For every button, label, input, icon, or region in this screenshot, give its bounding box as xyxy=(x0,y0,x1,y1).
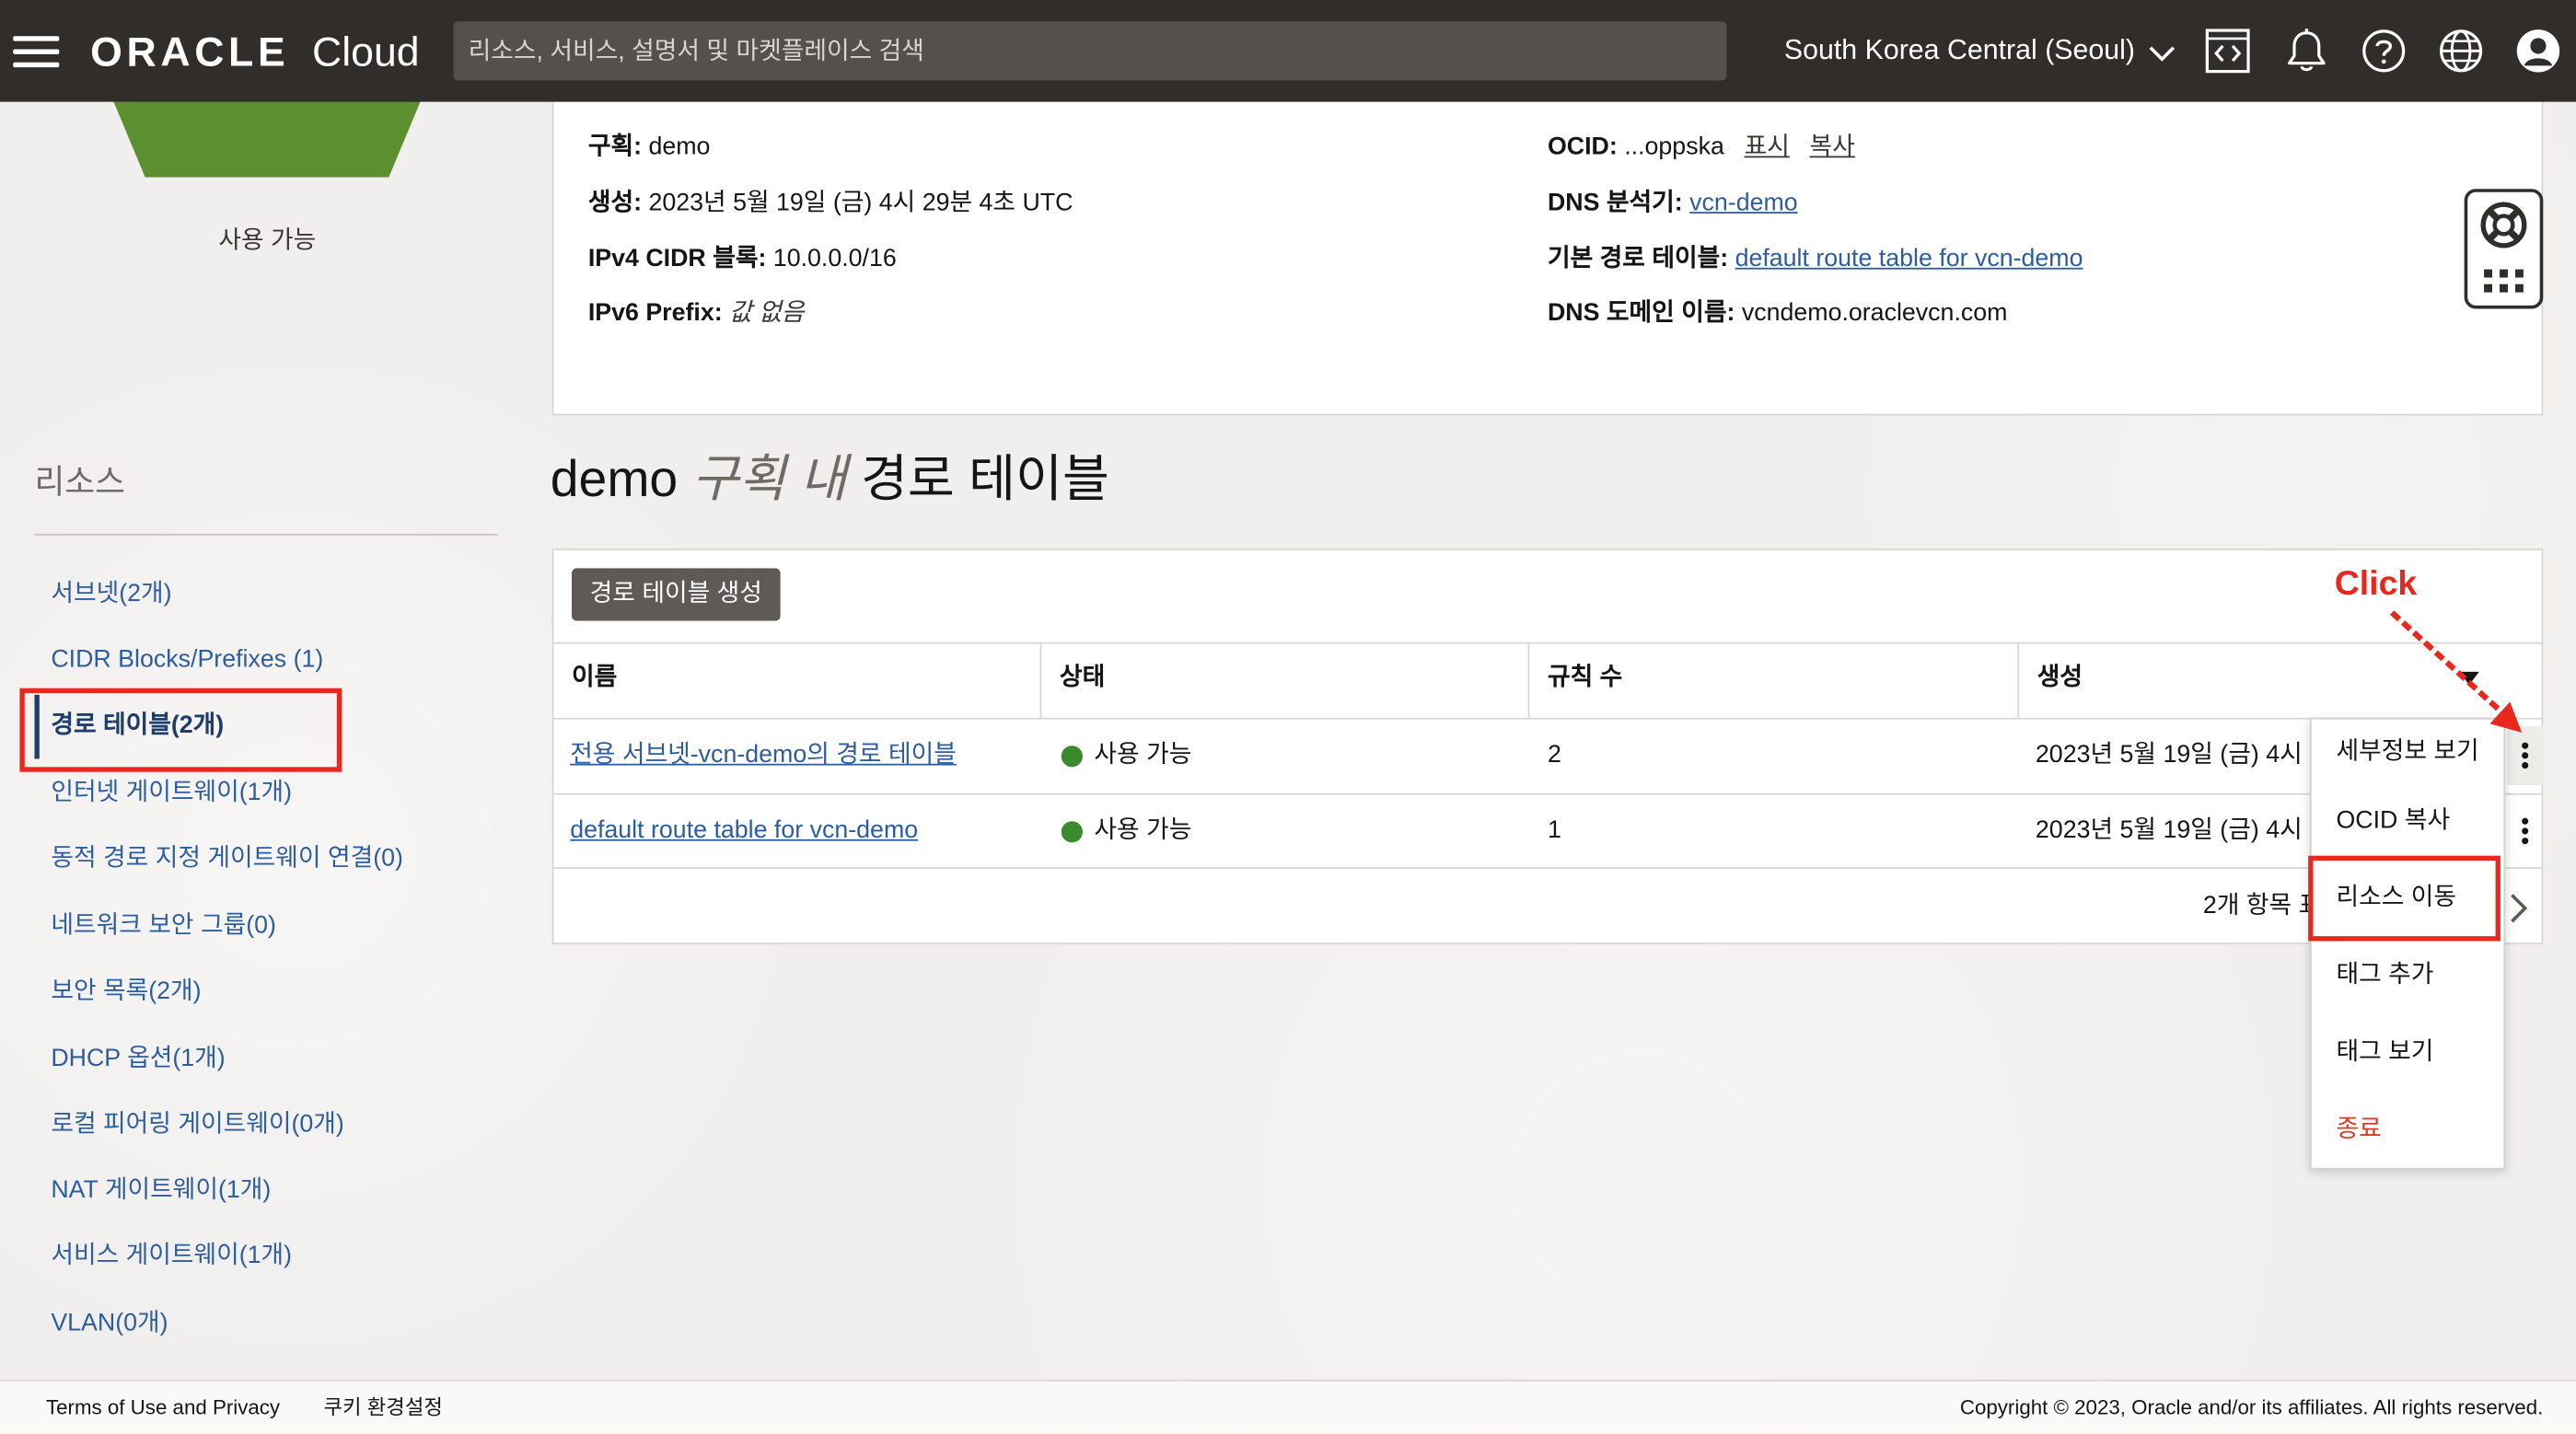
sidebar-item-vlans[interactable]: VLAN(0개) xyxy=(51,1307,168,1340)
info-dns-domain: DNS 도메인 이름: vcndemo.oraclevcn.com xyxy=(1548,297,2008,330)
info-value: 값 없음 xyxy=(729,298,805,328)
menu-item-add-tags[interactable]: 태그 추가 xyxy=(2336,959,2433,992)
info-ocid: OCID: ...oppska 표시 복사 xyxy=(1548,132,1855,165)
menu-item-view-details[interactable]: 세부정보 보기 xyxy=(2336,735,2478,769)
sidebar-item-drg-attachments[interactable]: 동적 경로 지정 게이트웨이 연결(0) xyxy=(51,842,403,875)
ocid-copy-link[interactable]: 복사 xyxy=(1810,133,1855,161)
lifebuoy-icon xyxy=(2480,202,2527,293)
created-date: 2023년 5월 19일 (금) 4시 xyxy=(2035,740,2303,769)
column-header-rule-count[interactable]: 규칙 수 xyxy=(1548,662,1622,695)
title-scope: 구획 내 xyxy=(691,449,847,508)
column-header-name[interactable]: 이름 xyxy=(572,662,617,695)
sidebar-item-subnets[interactable]: 서브넷(2개) xyxy=(51,578,171,611)
info-label: IPv6 Prefix: xyxy=(587,298,723,328)
annotation-click-label: Click xyxy=(2334,564,2418,603)
rule-count: 2 xyxy=(1547,740,1561,769)
table-row-divider xyxy=(551,867,2544,869)
region-selector[interactable]: South Korea Central (Seoul) xyxy=(1784,34,2176,67)
status-label: 사용 가능 xyxy=(1094,740,1192,769)
column-divider xyxy=(1039,642,1042,718)
code-editor-icon[interactable] xyxy=(2205,28,2251,74)
info-default-route-table: 기본 경로 테이블: default route table for vcn-d… xyxy=(1548,243,2083,276)
oracle-logo[interactable]: ORACLE xyxy=(90,28,289,77)
page-footer: Terms of Use and Privacy 쿠키 환경설정 Copyrig… xyxy=(0,1379,2576,1434)
create-route-table-button[interactable]: 경로 테이블 생성 xyxy=(571,568,781,621)
globe-icon[interactable] xyxy=(2438,28,2484,74)
vcn-status-label: 사용 가능 xyxy=(218,226,317,255)
cookie-preferences-link[interactable]: 쿠키 환경설정 xyxy=(324,1394,443,1421)
status-available-dot xyxy=(1061,746,1083,768)
rule-count: 1 xyxy=(1547,815,1561,845)
sort-descending-icon[interactable] xyxy=(2459,670,2479,687)
next-page-chevron-icon[interactable] xyxy=(2507,892,2530,925)
info-label: 구획: xyxy=(587,133,643,161)
row-actions-kebab-icon[interactable] xyxy=(2507,802,2543,861)
sidebar-item-nat-gateways[interactable]: NAT 게이트웨이(1개) xyxy=(51,1174,271,1208)
search-input[interactable] xyxy=(453,21,1727,81)
page-title: demo 구획 내 경로 테이블 xyxy=(551,450,1109,509)
route-table-name-link[interactable]: 전용 서브넷-vcn-demo의 경로 테이블 xyxy=(570,739,957,772)
bell-icon[interactable] xyxy=(2283,28,2329,74)
info-value: demo xyxy=(648,133,711,161)
sidebar-item-service-gateways[interactable]: 서비스 게이트웨이(1개) xyxy=(51,1240,292,1273)
chevron-down-icon xyxy=(2150,45,2176,61)
route-table-name-link[interactable]: default route table for vcn-demo xyxy=(570,815,918,848)
column-divider xyxy=(2017,642,2020,718)
sidebar-item-internet-gateways[interactable]: 인터넷 게이트웨이(1개) xyxy=(51,777,292,810)
default-route-table-link[interactable]: default route table for vcn-demo xyxy=(1735,245,2083,272)
ocid-show-link[interactable]: 표시 xyxy=(1745,133,1790,161)
annotation-box-route-tables xyxy=(19,688,342,772)
sidebar-item-dhcp-options[interactable]: DHCP 옵션(1개) xyxy=(51,1043,225,1076)
annotation-box-move-resource xyxy=(2308,855,2501,942)
status-label: 사용 가능 xyxy=(1094,815,1192,845)
created-date: 2023년 5월 19일 (금) 4시 xyxy=(2035,815,2303,845)
cloud-logo-text[interactable]: Cloud xyxy=(312,28,420,77)
info-label: 기본 경로 테이블: xyxy=(1547,244,1729,273)
info-ipv6-prefix: IPv6 Prefix: 값 없음 xyxy=(588,297,805,330)
user-icon[interactable] xyxy=(2515,28,2561,74)
sidebar-item-local-peering-gateways[interactable]: 로컬 피어링 게이트웨이(0개) xyxy=(51,1108,343,1141)
status-available-dot xyxy=(1061,821,1083,843)
sidebar-divider xyxy=(34,533,498,536)
resources-heading: 리소스 xyxy=(34,464,125,502)
menu-icon[interactable] xyxy=(6,27,65,76)
help-widget[interactable] xyxy=(2464,189,2544,309)
sidebar-item-security-lists[interactable]: 보안 목록(2개) xyxy=(51,976,201,1009)
info-label: OCID: xyxy=(1547,133,1618,161)
menu-item-copy-ocid[interactable]: OCID 복사 xyxy=(2336,804,2450,838)
help-icon[interactable] xyxy=(2361,28,2407,74)
menu-item-view-tags[interactable]: 태그 보기 xyxy=(2336,1036,2433,1070)
info-value: 2023년 5월 19일 (금) 4시 29분 4초 UTC xyxy=(648,189,1073,217)
menu-item-terminate[interactable]: 종료 xyxy=(2336,1114,2381,1147)
info-value: 10.0.0.0/16 xyxy=(772,244,897,273)
region-label: South Korea Central (Seoul) xyxy=(1783,34,2135,66)
info-ipv4-cidr: IPv4 CIDR 블록: 10.0.0.0/16 xyxy=(588,243,897,276)
column-divider xyxy=(1527,642,1530,718)
sidebar-item-cidr-blocks[interactable]: CIDR Blocks/Prefixes (1) xyxy=(51,644,323,677)
console-page: ORACLE Cloud South Korea Central (Seoul) xyxy=(0,0,2576,1434)
info-label: 생성: xyxy=(587,189,643,217)
row-actions-kebab-icon[interactable] xyxy=(2507,725,2544,785)
table-header-top-border xyxy=(551,642,2544,644)
title-compartment-name: demo xyxy=(550,449,679,508)
info-dns-resolver: DNS 분석기: vcn-demo xyxy=(1548,187,1798,220)
top-navigation-bar: ORACLE Cloud South Korea Central (Seoul) xyxy=(0,0,2576,102)
info-label: IPv4 CIDR 블록: xyxy=(587,244,767,273)
column-header-state[interactable]: 상태 xyxy=(1060,662,1105,695)
copyright-text: Copyright © 2023, Oracle and/or its affi… xyxy=(1959,1395,2544,1419)
terms-link[interactable]: Terms of Use and Privacy xyxy=(46,1394,280,1421)
item-count-label: 2개 항목 표 xyxy=(2202,891,2322,920)
info-label: DNS 분석기: xyxy=(1547,189,1683,217)
info-compartment: 구획: demo xyxy=(588,132,711,165)
info-label: DNS 도메인 이름: xyxy=(1547,298,1735,328)
sidebar-item-network-security-groups[interactable]: 네트워크 보안 그룹(0) xyxy=(51,910,276,943)
info-value: ...oppska xyxy=(1624,133,1724,161)
column-header-created[interactable]: 생성 xyxy=(2037,662,2083,695)
row-actions-menu: 세부정보 보기 OCID 복사 리소스 이동 태그 추가 태그 보기 종료 xyxy=(2309,717,2506,1170)
info-value: vcndemo.oraclevcn.com xyxy=(1741,298,2008,328)
dns-resolver-link[interactable]: vcn-demo xyxy=(1689,189,1798,216)
title-resource: 경로 테이블 xyxy=(861,449,1109,508)
info-created: 생성: 2023년 5월 19일 (금) 4시 29분 4초 UTC xyxy=(588,187,1073,220)
